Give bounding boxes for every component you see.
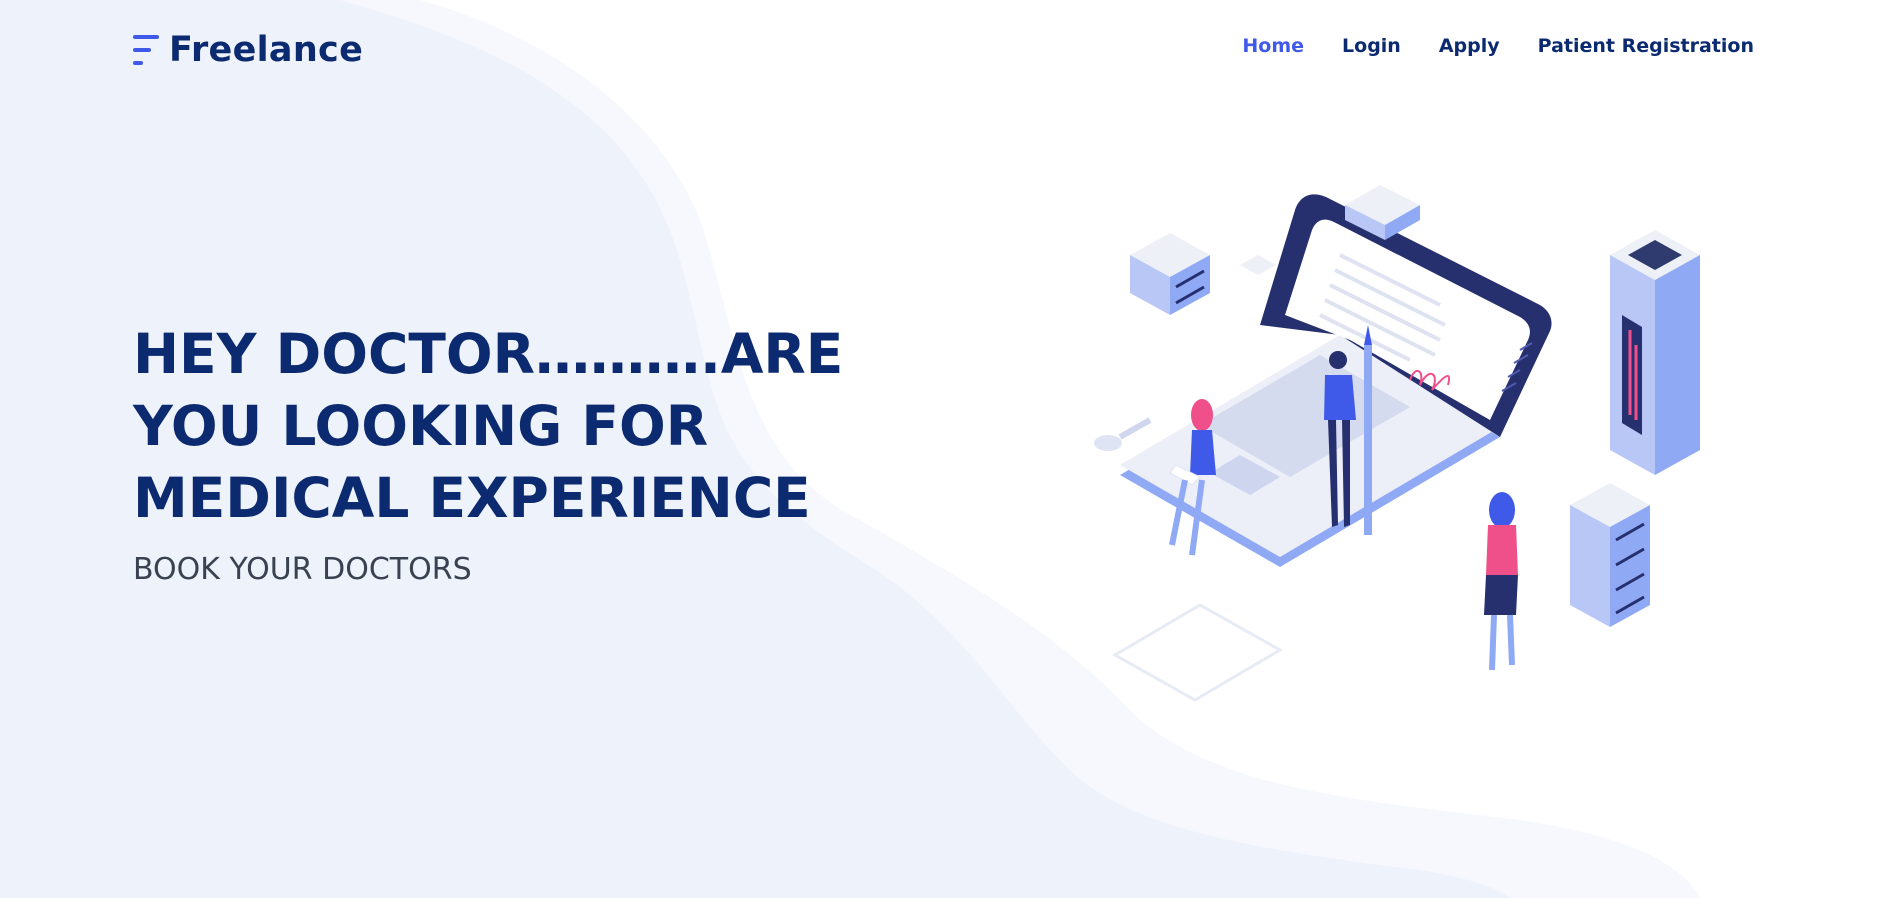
top-navbar: Freelance Home Login Apply Patient Regis… (0, 0, 1880, 100)
nav-link-patient-registration[interactable]: Patient Registration (1538, 35, 1754, 57)
nav-link-apply[interactable]: Apply (1439, 35, 1500, 57)
nav-link-login[interactable]: Login (1342, 35, 1401, 57)
hero-section: HEY DOCTOR……….ARE YOU LOOKING FOR MEDICA… (133, 318, 853, 587)
key-icon (1094, 417, 1152, 451)
server-stack-icon (1130, 233, 1210, 315)
doctor-figure-woman-standing (1484, 492, 1518, 671)
hero-subtitle: BOOK YOUR DOCTORS (133, 552, 472, 587)
server-stack-icon-right (1570, 483, 1650, 627)
nav-menu: Home Login Apply Patient Registration (1204, 35, 1754, 57)
nav-link-home[interactable]: Home (1242, 35, 1304, 57)
brand-logo[interactable]: Freelance (133, 30, 363, 70)
isometric-laptop-doctors-illustration (1094, 185, 1700, 702)
hero-title: HEY DOCTOR……….ARE YOU LOOKING FOR MEDICA… (133, 322, 844, 530)
brand-name: Freelance (169, 30, 364, 70)
stacked-lines-icon (133, 31, 161, 69)
server-tower-icon (1610, 230, 1700, 475)
